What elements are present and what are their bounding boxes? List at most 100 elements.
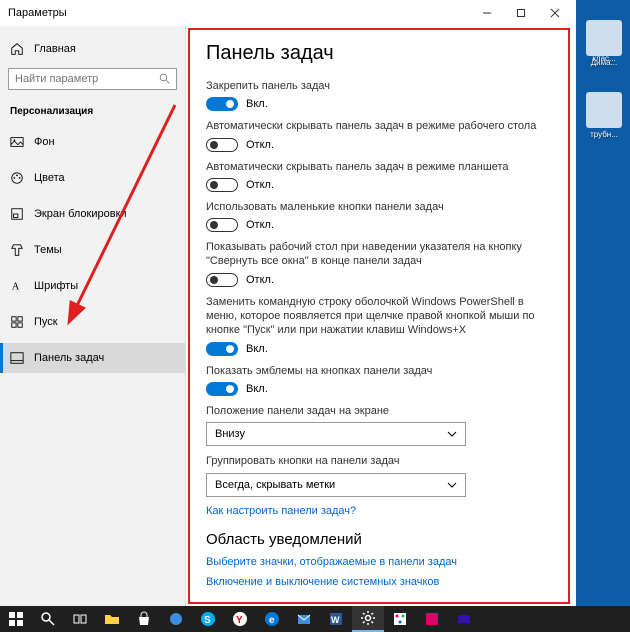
- setting-group-buttons: Группировать кнопки на панели задач Всег…: [206, 454, 550, 496]
- taskbar-app-skype[interactable]: S: [192, 606, 224, 632]
- nav-label: Цвета: [34, 172, 65, 184]
- minimize-button[interactable]: [470, 1, 504, 25]
- category-header: Персонализация: [0, 102, 185, 123]
- taskbar-app-edge[interactable]: e: [256, 606, 288, 632]
- sidebar-item-lockscreen[interactable]: Экран блокировки: [0, 199, 185, 229]
- toggle-lock-taskbar[interactable]: [206, 97, 238, 111]
- svg-text:A: A: [12, 282, 20, 293]
- toggle-state-label: Вкл.: [246, 98, 268, 110]
- windows-icon: [8, 611, 24, 627]
- chevron-down-icon: [447, 429, 457, 439]
- setting-badges: Показать эмблемы на кнопках панели задач…: [206, 364, 550, 396]
- setting-autohide-tablet: Автоматически скрывать панель задач в ре…: [206, 160, 550, 192]
- setting-powershell: Заменить командную строку оболочкой Wind…: [206, 295, 550, 356]
- home-label: Главная: [34, 43, 76, 55]
- taskbar-taskview[interactable]: [64, 606, 96, 632]
- setting-label: Группировать кнопки на панели задач: [206, 454, 550, 468]
- setting-label: Показать эмблемы на кнопках панели задач: [206, 364, 550, 378]
- taskbar: S Y e W: [0, 606, 630, 632]
- taskbar-app-explorer[interactable]: [96, 606, 128, 632]
- sidebar-item-colors[interactable]: Цвета: [0, 163, 185, 193]
- search-input[interactable]: [8, 68, 177, 90]
- nav-label: Панель задач: [34, 352, 104, 364]
- setting-label: Автоматически скрывать панель задач в ре…: [206, 119, 550, 133]
- setting-peek-desktop: Показывать рабочий стол при наведении ук…: [206, 240, 550, 287]
- toggle-peek-desktop[interactable]: [206, 273, 238, 287]
- toggle-state-label: Откл.: [246, 139, 274, 151]
- taskview-icon: [72, 611, 88, 627]
- taskbar-app-generic2[interactable]: [448, 606, 480, 632]
- search-icon: [40, 611, 56, 627]
- picture-icon: [10, 135, 24, 149]
- word-icon: W: [328, 611, 344, 627]
- app-icon: [456, 611, 472, 627]
- link-select-icons[interactable]: Выберите значки, отображаемые в панели з…: [206, 556, 550, 568]
- folder-icon: [104, 611, 120, 627]
- svg-text:e: e: [269, 615, 275, 626]
- dropdown-position[interactable]: Внизу: [206, 422, 466, 446]
- search-icon: [159, 73, 171, 85]
- link-system-icons[interactable]: Включение и выключение системных значков: [206, 576, 550, 588]
- window-title: Параметры: [8, 7, 67, 19]
- close-button[interactable]: [538, 1, 572, 25]
- toggle-autohide-desktop[interactable]: [206, 138, 238, 152]
- yandex-icon: Y: [232, 611, 248, 627]
- toggle-state-label: Откл.: [246, 179, 274, 191]
- setting-small-buttons: Использовать маленькие кнопки панели зад…: [206, 200, 550, 232]
- setting-label: Показывать рабочий стол при наведении ук…: [206, 240, 550, 269]
- sidebar-item-taskbar[interactable]: Панель задач: [0, 343, 185, 373]
- dropdown-grouping[interactable]: Всегда, скрывать метки: [206, 473, 466, 497]
- dropdown-value: Внизу: [215, 428, 245, 440]
- toggle-state-label: Откл.: [246, 219, 274, 231]
- toggle-powershell[interactable]: [206, 342, 238, 356]
- mail-icon: [296, 611, 312, 627]
- toggle-state-label: Откл.: [246, 274, 274, 286]
- toggle-small-buttons[interactable]: [206, 218, 238, 232]
- chevron-down-icon: [447, 480, 457, 490]
- setting-autohide-desktop: Автоматически скрывать панель задач в ре…: [206, 119, 550, 151]
- notification-section-title: Область уведомлений: [206, 531, 550, 548]
- nav-label: Фон: [34, 136, 55, 148]
- taskbar-app-yandex[interactable]: Y: [224, 606, 256, 632]
- setting-label: Положение панели задач на экране: [206, 404, 550, 418]
- settings-window: Параметры Главная: [0, 0, 576, 606]
- sidebar: Главная Персонализация Фон Цвета: [0, 26, 186, 606]
- taskbar-app-paint[interactable]: [384, 606, 416, 632]
- link-howto[interactable]: Как настроить панели задач?: [206, 505, 550, 517]
- taskbar-app-word[interactable]: W: [320, 606, 352, 632]
- home-button[interactable]: Главная: [0, 36, 185, 62]
- taskbar-search[interactable]: [32, 606, 64, 632]
- start-button[interactable]: [0, 606, 32, 632]
- nav-label: Темы: [34, 244, 62, 256]
- taskbar-app-generic1[interactable]: [416, 606, 448, 632]
- sidebar-item-start[interactable]: Пуск: [0, 307, 185, 337]
- title-bar: Параметры: [0, 0, 576, 26]
- svg-text:S: S: [204, 615, 211, 626]
- skype-icon: S: [200, 611, 216, 627]
- taskbar-app-settings[interactable]: [352, 606, 384, 632]
- toggle-badges[interactable]: [206, 382, 238, 396]
- taskbar-app-browser[interactable]: [160, 606, 192, 632]
- svg-text:W: W: [331, 615, 340, 625]
- toggle-autohide-tablet[interactable]: [206, 178, 238, 192]
- taskbar-icon: [10, 351, 24, 365]
- fonts-icon: A: [10, 279, 24, 293]
- app-icon: [424, 611, 440, 627]
- maximize-button[interactable]: [504, 1, 538, 25]
- store-icon: [136, 611, 152, 627]
- desktop-icon[interactable]: трубн...: [582, 92, 626, 139]
- home-icon: [10, 42, 24, 56]
- content-panel: Панель задач Закрепить панель задач Вкл.…: [188, 28, 570, 604]
- themes-icon: [10, 243, 24, 257]
- browser-icon: [168, 611, 184, 627]
- sidebar-item-background[interactable]: Фон: [0, 127, 185, 157]
- desktop-icon[interactable]: клас...: [582, 54, 626, 63]
- taskbar-app-mail[interactable]: [288, 606, 320, 632]
- palette-icon: [10, 171, 24, 185]
- sidebar-item-themes[interactable]: Темы: [0, 235, 185, 265]
- taskbar-app-store[interactable]: [128, 606, 160, 632]
- sidebar-item-fonts[interactable]: A Шрифты: [0, 271, 185, 301]
- setting-label: Закрепить панель задач: [206, 79, 550, 93]
- setting-label: Использовать маленькие кнопки панели зад…: [206, 200, 550, 214]
- edge-icon: e: [264, 611, 280, 627]
